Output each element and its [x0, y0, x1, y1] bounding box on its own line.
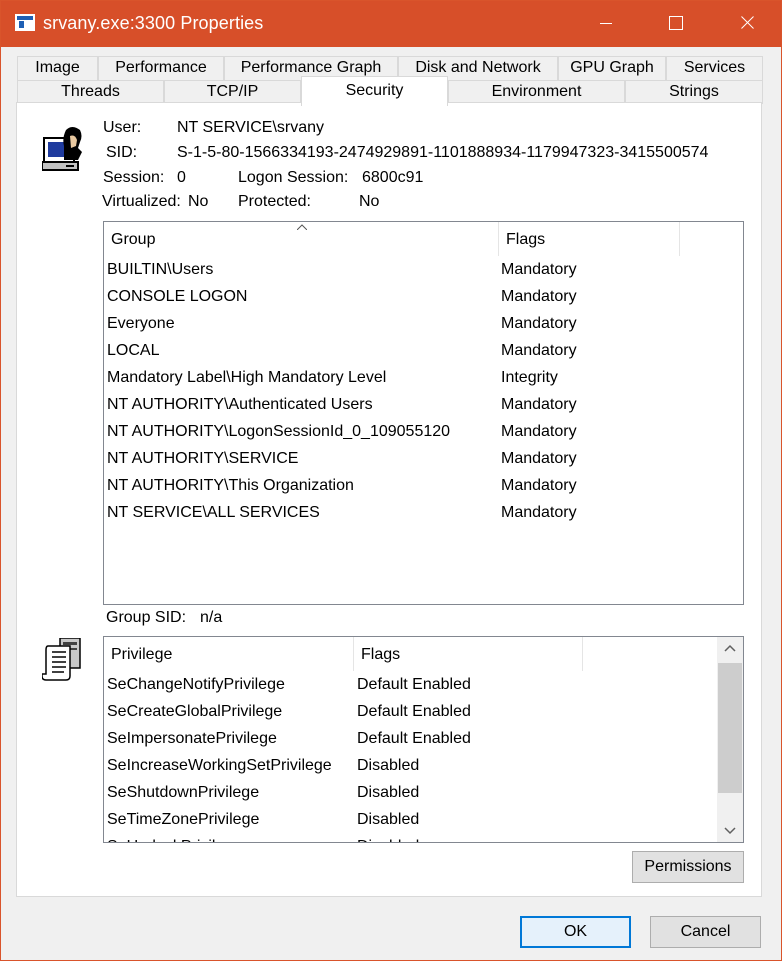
group-row[interactable]: NT SERVICE\ALL SERVICES Mandatory [104, 499, 743, 526]
privilege-row[interactable]: SeShutdownPrivilege Disabled [104, 779, 718, 806]
groups-list[interactable]: Group Flags BUILTIN\Users Mandatory CONSOL… [103, 221, 744, 605]
group-flags: Mandatory [501, 315, 577, 332]
close-button[interactable] [711, 1, 781, 47]
privilege-name: SeImpersonatePrivilege [107, 730, 277, 747]
protected-value: No [359, 193, 380, 210]
tab-tcpip[interactable]: TCP/IP [164, 80, 301, 104]
privileges-scrollbar[interactable] [717, 637, 743, 842]
group-sid-label: Group SID: [106, 609, 187, 626]
group-flags: Mandatory [501, 450, 577, 467]
group-name: LOCAL [107, 342, 160, 359]
cancel-button[interactable]: Cancel [650, 916, 761, 948]
user-value: NT SERVICE\srvany [177, 119, 325, 136]
logon-session-value: 6800c91 [362, 169, 424, 186]
privilege-row[interactable]: SeCreateGlobalPrivilege Default Enabled [104, 698, 718, 725]
tab-services[interactable]: Services [666, 56, 763, 80]
tab-environment[interactable]: Environment [448, 80, 625, 104]
group-flags: Mandatory [501, 288, 577, 305]
tab-security[interactable]: Security [301, 76, 448, 106]
flags-column-header[interactable]: Flags [499, 222, 680, 256]
security-page: User: NT SERVICE\srvany SID: S-1-5-80-15… [16, 102, 762, 897]
privilege-column-header[interactable]: Privilege [104, 637, 354, 671]
group-name: Everyone [107, 315, 175, 332]
privilege-flags: Disabled [357, 784, 420, 801]
tab-gpu-graph[interactable]: GPU Graph [558, 56, 666, 80]
group-row[interactable]: BUILTIN\Users Mandatory [104, 256, 743, 283]
group-sid-value: n/a [200, 609, 223, 626]
group-flags: Integrity [501, 369, 558, 386]
privilege-flags: Disabled [357, 811, 420, 828]
permissions-button[interactable]: Permissions [632, 851, 744, 883]
group-name: Mandatory Label\High Mandatory Level [107, 369, 387, 386]
group-flags: Mandatory [501, 477, 577, 494]
group-name: NT AUTHORITY\This Organization [107, 477, 354, 494]
group-name: NT AUTHORITY\Authenticated Users [107, 396, 373, 413]
tab-threads[interactable]: Threads [17, 80, 164, 104]
scroll-down-arrow-icon[interactable] [717, 818, 743, 842]
group-row[interactable]: Everyone Mandatory [104, 310, 743, 337]
virtualized-value: No [188, 193, 209, 210]
session-label: Session: [103, 169, 165, 186]
session-value: 0 [177, 169, 186, 186]
maximize-button[interactable] [641, 1, 711, 47]
group-row[interactable]: NT AUTHORITY\This Organization Mandatory [104, 472, 743, 499]
group-name: NT SERVICE\ALL SERVICES [107, 504, 320, 521]
privileges-list-header: Privilege Flags [104, 637, 743, 671]
group-name: BUILTIN\Users [107, 261, 214, 278]
privilege-flags: Default Enabled [357, 730, 471, 747]
tab-image[interactable]: Image [17, 56, 98, 80]
process-window-icon [15, 14, 35, 31]
group-flags: Mandatory [501, 342, 577, 359]
sid-label: SID: [106, 144, 138, 161]
group-flags: Mandatory [501, 261, 577, 278]
privilege-name: SeCreateGlobalPrivilege [107, 703, 283, 720]
scroll-up-arrow-icon[interactable] [717, 637, 743, 661]
scrollbar-thumb[interactable] [718, 663, 742, 793]
privilege-flags: Disabled [357, 757, 420, 774]
tab-strings[interactable]: Strings [625, 80, 763, 104]
virtualized-label: Virtualized: [102, 193, 181, 210]
privilege-row[interactable]: SeImpersonatePrivilege Default Enabled [104, 725, 718, 752]
group-row[interactable]: NT AUTHORITY\SERVICE Mandatory [104, 445, 743, 472]
group-row[interactable]: CONSOLE LOGON Mandatory [104, 283, 743, 310]
privilege-row[interactable]: SeTimeZonePrivilege Disabled [104, 806, 718, 833]
scroll-document-icon [42, 638, 81, 681]
privilege-flags: Disabled [357, 833, 419, 842]
group-row[interactable]: NT AUTHORITY\Authenticated Users Mandator… [104, 391, 743, 418]
group-row[interactable]: Mandatory Label\High Mandatory Level Inte… [104, 364, 743, 391]
group-row[interactable]: NT AUTHORITY\LogonSessionId_0_109055120 M… [104, 418, 743, 445]
sid-value: S-1-5-80-1566334193-2474929891-110188893… [177, 144, 709, 161]
properties-window: srvany.exe:3300 Properties Image Perform… [0, 0, 782, 961]
group-flags: Mandatory [501, 423, 577, 440]
privilege-name: SeUndockPrivilege [107, 833, 242, 842]
privilege-flags-column-header[interactable]: Flags [354, 637, 583, 671]
user-at-computer-icon [42, 127, 82, 171]
privilege-name: SeTimeZonePrivilege [107, 811, 260, 828]
privilege-row[interactable]: SeIncreaseWorkingSetPrivilege Disabled [104, 752, 718, 779]
group-flags: Mandatory [501, 396, 577, 413]
privileges-list[interactable]: Privilege Flags SeChangeNotifyPrivilege D… [103, 636, 744, 843]
privilege-name: SeShutdownPrivilege [107, 784, 260, 801]
privilege-flags: Default Enabled [357, 676, 471, 693]
group-column-header[interactable]: Group [104, 222, 499, 256]
logon-session-label: Logon Session: [238, 169, 349, 186]
user-label: User: [103, 119, 142, 136]
group-name: CONSOLE LOGON [107, 288, 248, 305]
title-bar[interactable]: srvany.exe:3300 Properties [1, 1, 781, 47]
privilege-row[interactable]: SeUndockPrivilege Disabled [104, 833, 718, 842]
minimize-button[interactable] [571, 1, 641, 47]
privilege-name: SeIncreaseWorkingSetPrivilege [107, 757, 332, 774]
groups-list-header: Group Flags [104, 222, 743, 256]
group-row[interactable]: LOCAL Mandatory [104, 337, 743, 364]
group-name: NT AUTHORITY\SERVICE [107, 450, 299, 467]
ok-button[interactable]: OK [520, 916, 631, 948]
privilege-row[interactable]: SeChangeNotifyPrivilege Default Enabled [104, 671, 718, 698]
protected-label: Protected: [238, 193, 311, 210]
privilege-flags: Default Enabled [357, 703, 471, 720]
tab-performance[interactable]: Performance [98, 56, 224, 80]
group-flags: Mandatory [501, 504, 577, 521]
group-name: NT AUTHORITY\LogonSessionId_0_109055120 [107, 423, 451, 440]
privilege-name: SeChangeNotifyPrivilege [107, 676, 285, 693]
window-title: srvany.exe:3300 Properties [43, 13, 264, 33]
